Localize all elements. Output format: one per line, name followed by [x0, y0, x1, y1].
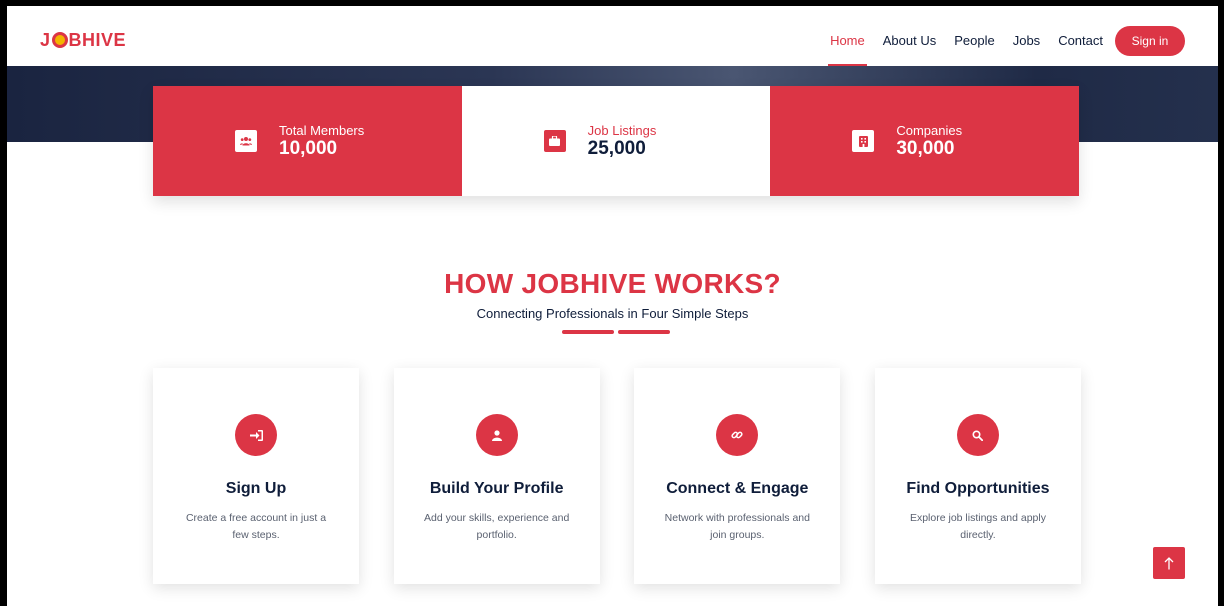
- main-nav: Home About Us People Jobs Contact Sign i…: [828, 26, 1218, 66]
- stat-label: Job Listings: [587, 122, 657, 138]
- stat-companies: Companies 30,000: [770, 86, 1080, 196]
- step-description: Network with professionals and join grou…: [664, 512, 810, 541]
- step-title: Connect & Engage: [666, 480, 809, 497]
- building-icon: [852, 130, 875, 152]
- underline-bar: [618, 330, 670, 334]
- logo[interactable]: J BHIVE: [40, 31, 126, 49]
- section-underline: [562, 330, 670, 334]
- stat-total-members: Total Members 10,000: [153, 86, 462, 196]
- stat-value: 30,000: [896, 137, 955, 159]
- stats-bar: Total Members 10,000 Job Listings 25,000…: [153, 86, 1080, 196]
- step-card-sign-up[interactable]: Sign Up Create a free account in just a …: [153, 368, 359, 584]
- stat-value: 10,000: [279, 137, 338, 159]
- nav-people[interactable]: People: [954, 26, 994, 56]
- arrow-up-icon: [1164, 556, 1174, 569]
- steps-list: Sign Up Create a free account in just a …: [153, 368, 1081, 584]
- sign-in-icon: [235, 414, 277, 456]
- stat-label: Companies: [896, 122, 963, 138]
- nav-contact[interactable]: Contact: [1058, 26, 1103, 56]
- stat-job-listings: Job Listings 25,000: [461, 86, 771, 196]
- link-icon: [716, 414, 759, 456]
- nav-jobs[interactable]: Jobs: [1013, 26, 1040, 56]
- page: J BHIVE Home About Us People Jobs Contact…: [7, 6, 1218, 606]
- stat-value: 25,000: [587, 137, 646, 159]
- step-title: Sign Up: [225, 480, 287, 497]
- search-icon: [956, 414, 999, 456]
- section-subtitle: Connecting Professionals in Four Simple …: [476, 306, 749, 321]
- step-description: Explore job listings and apply directly.: [909, 512, 1046, 541]
- step-card-connect-engage[interactable]: Connect & Engage Network with profession…: [634, 368, 841, 584]
- step-description: Create a free account in just a few step…: [185, 512, 327, 541]
- logo-suffix: BHIVE: [68, 30, 127, 50]
- users-icon: [235, 130, 257, 152]
- user-icon: [475, 414, 518, 456]
- logo-hive-icon: [51, 32, 68, 48]
- step-title: Build Your Profile: [429, 480, 564, 497]
- step-title: Find Opportunities: [906, 480, 1050, 497]
- sign-in-button[interactable]: Sign in: [1115, 26, 1185, 56]
- logo-prefix: J: [40, 30, 51, 50]
- stat-label: Total Members: [279, 122, 365, 138]
- step-card-build-profile[interactable]: Build Your Profile Add your skills, expe…: [393, 368, 600, 584]
- step-card-find-opportunities[interactable]: Find Opportunities Explore job listings …: [874, 368, 1081, 584]
- underline-bar: [562, 330, 614, 334]
- nav-home[interactable]: Home: [828, 26, 867, 66]
- header: J BHIVE Home About Us People Jobs Contact…: [7, 6, 1218, 66]
- briefcase-icon: [543, 130, 566, 152]
- back-to-top-button[interactable]: [1153, 547, 1185, 579]
- step-description: Add your skills, experience and portfoli…: [423, 512, 570, 541]
- nav-about-us[interactable]: About Us: [883, 26, 936, 56]
- section-title: HOW JOBHIVE WORKS?: [444, 268, 781, 299]
